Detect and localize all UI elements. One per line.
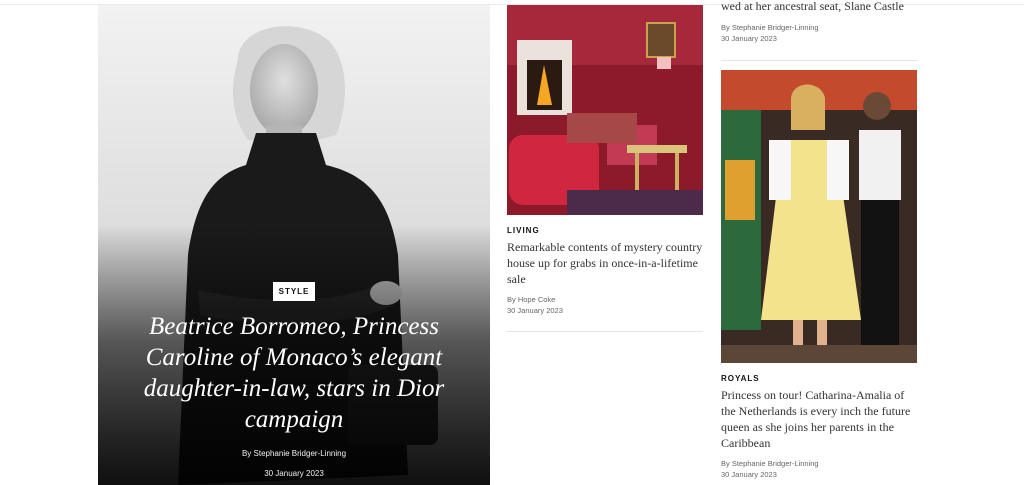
article-byline[interactable]: By Hope Coke — [507, 294, 555, 305]
article-date: 30 January 2023 — [264, 469, 324, 478]
article-byline[interactable]: By Stephanie Bridger-Linning — [98, 449, 490, 458]
category-badge[interactable]: STYLE — [272, 282, 316, 301]
feature-article-card[interactable]: STYLE Beatrice Borromeo, Princess Caroli… — [98, 5, 490, 485]
right-article-title[interactable]: Princess on tour! Catharina-Amalia of th… — [721, 387, 921, 451]
middle-article-title[interactable]: Remarkable contents of mystery country h… — [507, 239, 703, 287]
article-date: 30 January 2023 — [721, 470, 777, 479]
feature-article-title[interactable]: Beatrice Borromeo, Princess Caroline of … — [140, 311, 448, 435]
right-top-article-title[interactable]: wed at her ancestral seat, Slane Castle — [721, 0, 921, 14]
article-divider — [721, 60, 917, 61]
middle-article-image[interactable] — [507, 5, 703, 215]
article-date: 30 January 2023 — [721, 34, 777, 43]
category-label[interactable]: ROYALS — [721, 374, 760, 383]
article-byline[interactable]: By Stephanie Bridger-Linning — [721, 458, 819, 469]
category-label[interactable]: LIVING — [507, 226, 540, 235]
feature-article-text: STYLE Beatrice Borromeo, Princess Caroli… — [98, 281, 490, 478]
article-divider — [507, 331, 703, 332]
article-date: 30 January 2023 — [507, 306, 563, 315]
article-byline[interactable]: By Stephanie Bridger-Linning — [721, 22, 819, 33]
right-article-image[interactable] — [721, 70, 917, 363]
